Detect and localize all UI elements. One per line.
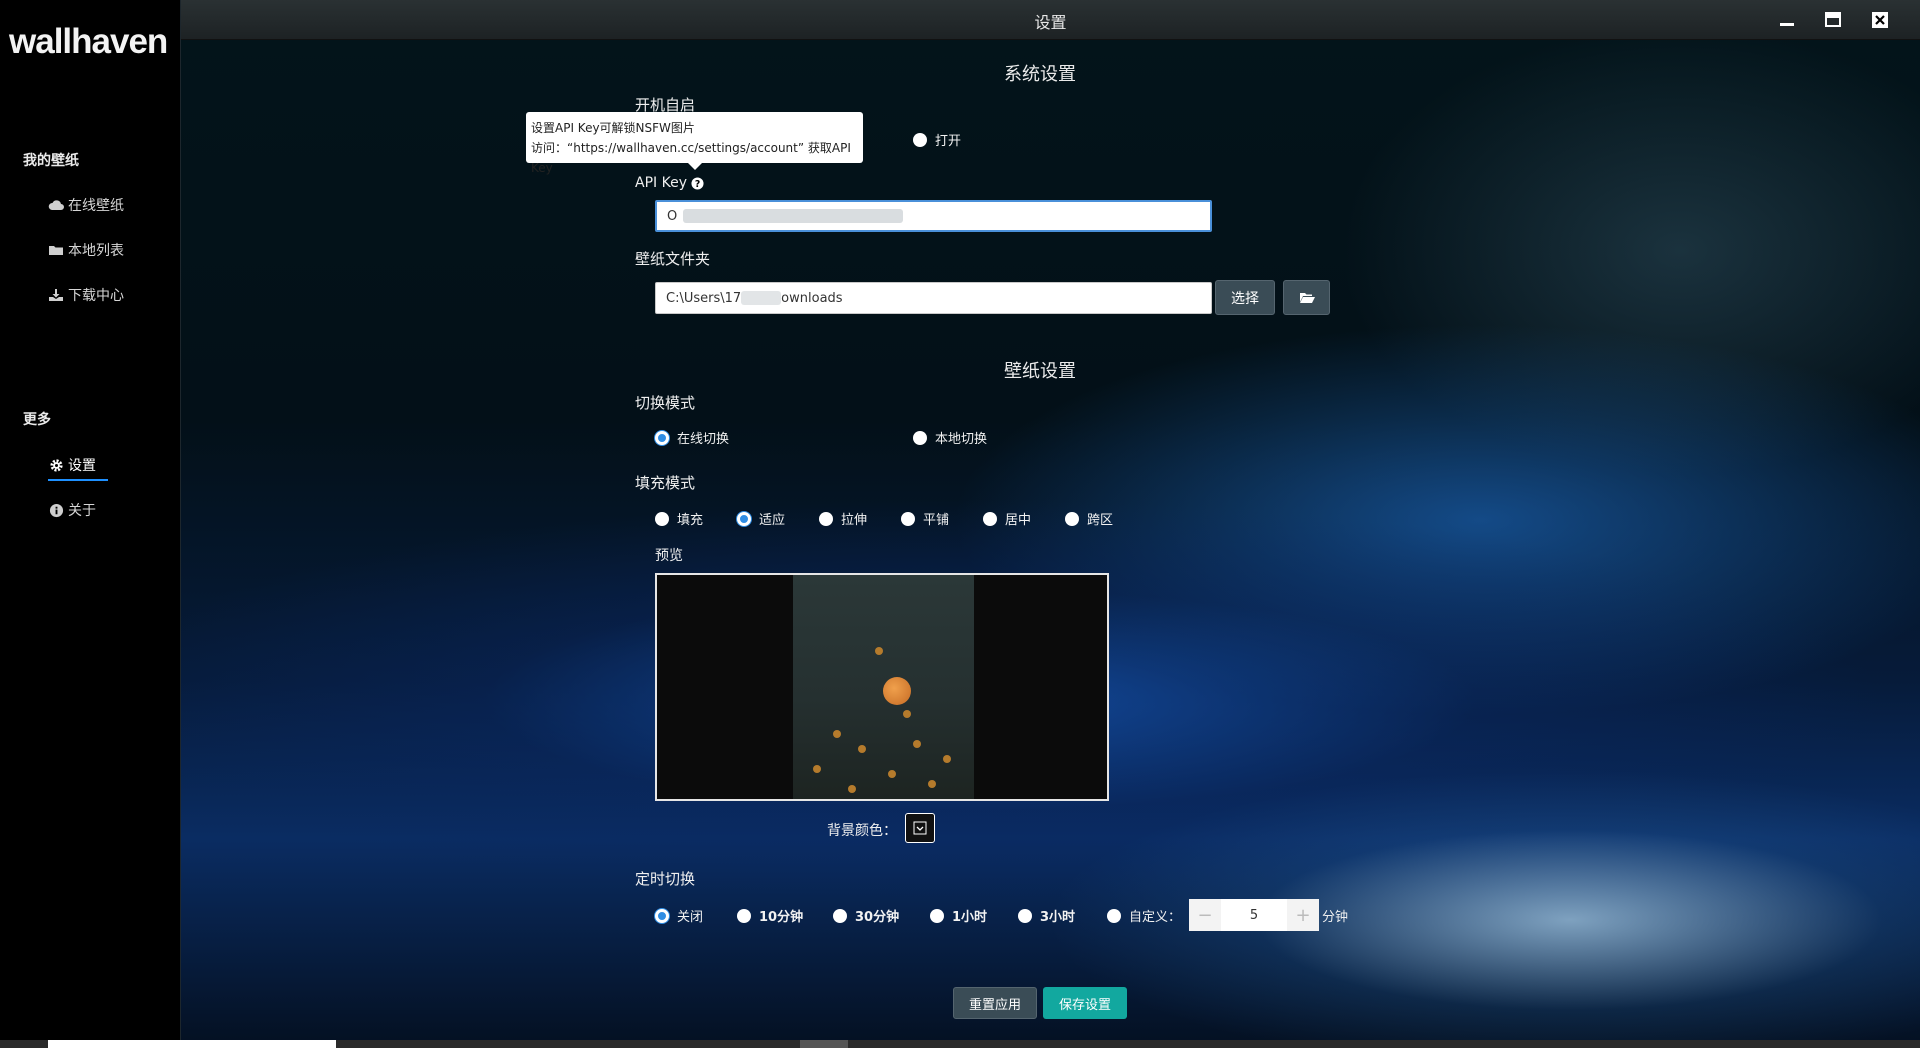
flower-detail: [848, 785, 856, 793]
radio-dot: [913, 132, 927, 147]
radio-label: 打开: [935, 134, 962, 149]
radio-dot: [1018, 908, 1032, 923]
preview-image: [793, 575, 974, 799]
radio-dot: [655, 908, 669, 923]
flower-detail: [858, 745, 866, 753]
fill-span-radio[interactable]: 跨区: [1065, 509, 1113, 528]
radio-dot: [901, 511, 915, 526]
reset-button[interactable]: 重置应用: [953, 987, 1037, 1019]
help-icon[interactable]: ?: [691, 176, 704, 190]
taskbar-item[interactable]: [800, 1040, 848, 1048]
radio-label: 自定义：: [1129, 910, 1182, 925]
fill-tile-radio[interactable]: 平铺: [901, 509, 949, 528]
select-folder-button[interactable]: 选择: [1215, 280, 1275, 315]
custom-minutes-value[interactable]: 5: [1221, 908, 1287, 923]
increment-button[interactable]: +: [1287, 899, 1319, 931]
radio-label: 3小时: [1040, 910, 1076, 925]
custom-unit-label: 分钟: [1322, 910, 1349, 925]
folder-input[interactable]: C:\Users\17 ownloads: [655, 282, 1212, 314]
radio-label: 30分钟: [855, 910, 900, 925]
api-key-label-text: API Key: [635, 175, 687, 191]
redacted-value: [741, 291, 782, 305]
save-settings-button[interactable]: 保存设置: [1043, 987, 1127, 1019]
taskbar-strip: [0, 1040, 1920, 1048]
fill-center-radio[interactable]: 居中: [983, 509, 1031, 528]
radio-label: 10分钟: [759, 910, 804, 925]
radio-label: 本地切换: [935, 432, 988, 447]
wallpaper-preview: [655, 573, 1109, 801]
flower-detail: [813, 765, 821, 773]
api-key-label: API Key ?: [635, 175, 704, 191]
fill-fit-radio[interactable]: 适应: [737, 509, 785, 528]
preview-label: 预览: [655, 548, 683, 564]
radio-label: 拉伸: [841, 513, 868, 528]
timer-1h-radio[interactable]: 1小时: [930, 906, 987, 925]
custom-minutes-stepper[interactable]: − 5 +: [1189, 899, 1319, 931]
api-key-value: O: [667, 208, 678, 224]
radio-label: 居中: [1005, 513, 1032, 528]
flower-detail: [888, 770, 896, 778]
radio-dot: [930, 908, 944, 923]
switch-online-radio[interactable]: 在线切换: [655, 428, 729, 447]
api-key-tooltip: 设置API Key可解锁NSFW图片 访问：“https://wallhaven…: [526, 112, 863, 175]
flower-detail: [903, 710, 911, 718]
svg-text:?: ?: [695, 178, 700, 189]
fill-mode-label: 填充模式: [635, 474, 696, 492]
timer-3h-radio[interactable]: 3小时: [1018, 906, 1075, 925]
radio-dot: [833, 908, 847, 923]
radio-dot: [913, 430, 927, 445]
folder-value-prefix: C:\Users\17: [666, 290, 742, 306]
bg-color-picker[interactable]: [905, 813, 935, 843]
radio-label: 适应: [759, 513, 786, 528]
system-settings-title: 系统设置: [1004, 64, 1076, 85]
radio-dot: [983, 511, 997, 526]
api-key-input[interactable]: O: [655, 200, 1212, 232]
redacted-value: [683, 209, 904, 223]
flower-detail: [913, 740, 921, 748]
autostart-on-radio[interactable]: 打开: [913, 130, 961, 149]
radio-label: 填充: [677, 513, 704, 528]
timer-10min-radio[interactable]: 10分钟: [737, 906, 803, 925]
timer-custom-radio[interactable]: 自定义：: [1107, 906, 1181, 925]
switch-local-radio[interactable]: 本地切换: [913, 428, 987, 447]
open-folder-icon: [1299, 293, 1315, 303]
tooltip-line: 设置API Key可解锁NSFW图片: [531, 121, 695, 135]
moon-image-detail: [883, 677, 911, 705]
folder-value-suffix: ownloads: [781, 290, 843, 306]
switch-mode-label: 切换模式: [635, 394, 696, 412]
radio-dot: [655, 430, 669, 445]
tooltip-line: 访问：“https://wallhaven.cc/settings/accoun…: [531, 141, 851, 175]
radio-label: 关闭: [677, 910, 704, 925]
radio-dot: [1065, 511, 1079, 526]
timer-off-radio[interactable]: 关闭: [655, 906, 703, 925]
radio-dot: [655, 511, 669, 526]
fill-fill-radio[interactable]: 填充: [655, 509, 703, 528]
radio-dot: [737, 908, 751, 923]
open-folder-button[interactable]: [1283, 280, 1330, 315]
folder-label: 壁纸文件夹: [635, 250, 711, 268]
flower-detail: [833, 730, 841, 738]
taskbar-item[interactable]: [48, 1040, 336, 1048]
flower-detail: [928, 780, 936, 788]
wallpaper-settings-title: 壁纸设置: [1004, 361, 1076, 382]
bg-color-label: 背景颜色：: [827, 823, 897, 839]
flower-detail: [875, 647, 883, 655]
settings-content: 系统设置 开机自启 打开 设置API Key可解锁NSFW图片 访问：“http…: [0, 0, 1920, 1048]
radio-dot: [737, 511, 751, 526]
chevron-down-icon: [913, 821, 927, 835]
radio-dot: [1107, 908, 1121, 923]
radio-label: 1小时: [952, 910, 988, 925]
timer-30min-radio[interactable]: 30分钟: [833, 906, 899, 925]
radio-dot: [819, 511, 833, 526]
flower-detail: [943, 755, 951, 763]
timer-label: 定时切换: [635, 870, 696, 888]
radio-label: 平铺: [923, 513, 950, 528]
radio-label: 在线切换: [677, 432, 730, 447]
radio-label: 跨区: [1087, 513, 1114, 528]
decrement-button[interactable]: −: [1189, 899, 1221, 931]
fill-stretch-radio[interactable]: 拉伸: [819, 509, 867, 528]
